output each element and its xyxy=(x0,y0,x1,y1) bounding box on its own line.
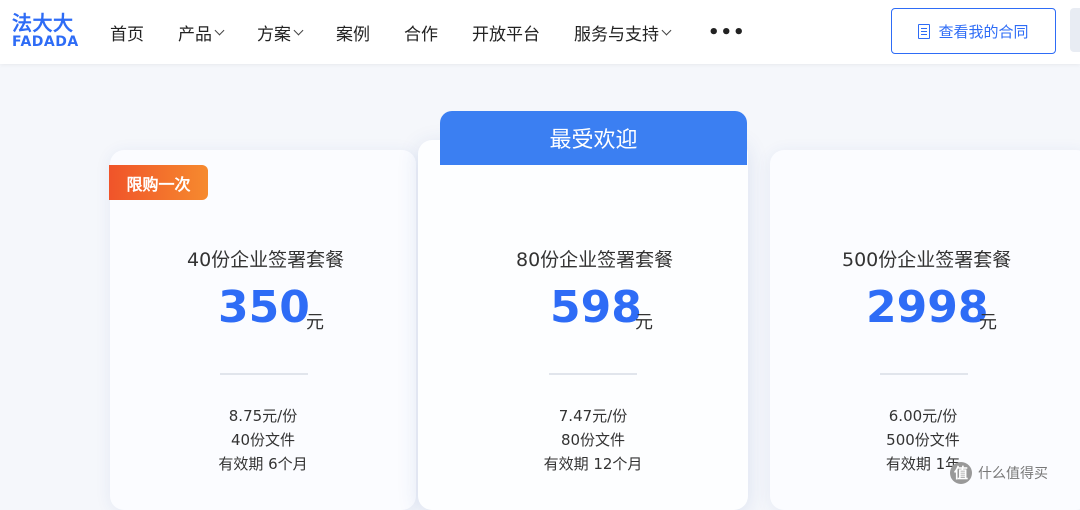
divider xyxy=(220,373,308,375)
nav-products-label: 产品 xyxy=(178,24,212,45)
per-copy-price: 7.47元/份 xyxy=(558,407,628,425)
watermark: 值 什么值得买 xyxy=(950,462,1048,484)
per-copy-price: 6.00元/份 xyxy=(888,407,958,425)
validity-period: 有效期 6个月 xyxy=(218,455,308,473)
chevron-down-icon xyxy=(214,25,225,35)
plan-price: 350 xyxy=(218,282,310,333)
nav-open-platform[interactable]: 开放平台 xyxy=(472,20,540,45)
more-menu-icon[interactable]: ••• xyxy=(708,22,746,43)
file-count: 40份文件 xyxy=(230,431,296,449)
logo-text-en: FADADA xyxy=(12,34,79,50)
plan-price: 598 xyxy=(550,282,642,333)
price-unit: 元 xyxy=(306,312,324,333)
top-header: 法大大 FADADA 首页 产品 方案 案例 合作 开放平台 服务与支持 •••… xyxy=(0,0,1080,64)
nav-products[interactable]: 产品 xyxy=(178,20,225,45)
fadada-logo[interactable]: 法大大 FADADA xyxy=(12,12,82,52)
nav-home[interactable]: 首页 xyxy=(110,20,144,45)
nav-cases-label: 案例 xyxy=(336,24,370,45)
view-my-contract-label: 查看我的合同 xyxy=(938,22,1029,41)
nav-solutions[interactable]: 方案 xyxy=(257,20,304,45)
plan-name: 40份企业签署套餐 xyxy=(187,249,345,271)
most-popular-tab: 最受欢迎 xyxy=(440,111,747,165)
watermark-text: 什么值得买 xyxy=(978,466,1048,482)
nav-partnership[interactable]: 合作 xyxy=(404,20,438,45)
nav-open-platform-label: 开放平台 xyxy=(472,24,540,45)
chevron-down-icon xyxy=(661,25,672,35)
limited-once-badge: 限购一次 xyxy=(109,165,208,200)
nav-service-support-label: 服务与支持 xyxy=(574,24,659,45)
plan-price: 2998 xyxy=(866,282,989,333)
document-icon xyxy=(918,23,931,39)
chevron-down-icon xyxy=(293,25,304,35)
divider xyxy=(880,373,968,375)
price-unit: 元 xyxy=(979,312,997,333)
plan-name: 80份企业签署套餐 xyxy=(516,249,674,271)
file-count: 80份文件 xyxy=(560,431,626,449)
nav-home-label: 首页 xyxy=(110,24,144,45)
plan-details: 8.75元/份 40份文件 有效期 6个月 xyxy=(188,404,338,476)
plan-details: 7.47元/份 80份文件 有效期 12个月 xyxy=(518,404,668,476)
view-my-contract-button[interactable]: 查看我的合同 xyxy=(891,8,1056,54)
price-unit: 元 xyxy=(635,312,653,333)
file-count: 500份文件 xyxy=(886,431,960,449)
validity-period: 有效期 12个月 xyxy=(543,455,643,473)
watermark-logo-icon: 值 xyxy=(950,462,972,484)
plan-name: 500份企业签署套餐 xyxy=(842,249,1012,271)
main-nav: 首页 产品 方案 案例 合作 开放平台 服务与支持 ••• xyxy=(110,0,780,64)
logo-text-cn: 法大大 xyxy=(12,11,74,35)
nav-solutions-label: 方案 xyxy=(257,24,291,45)
per-copy-price: 8.75元/份 xyxy=(228,407,298,425)
nav-cases[interactable]: 案例 xyxy=(336,20,370,45)
header-edge-button[interactable] xyxy=(1070,8,1080,52)
nav-service-support[interactable]: 服务与支持 xyxy=(574,20,672,45)
nav-partnership-label: 合作 xyxy=(404,24,438,45)
divider xyxy=(549,373,637,375)
